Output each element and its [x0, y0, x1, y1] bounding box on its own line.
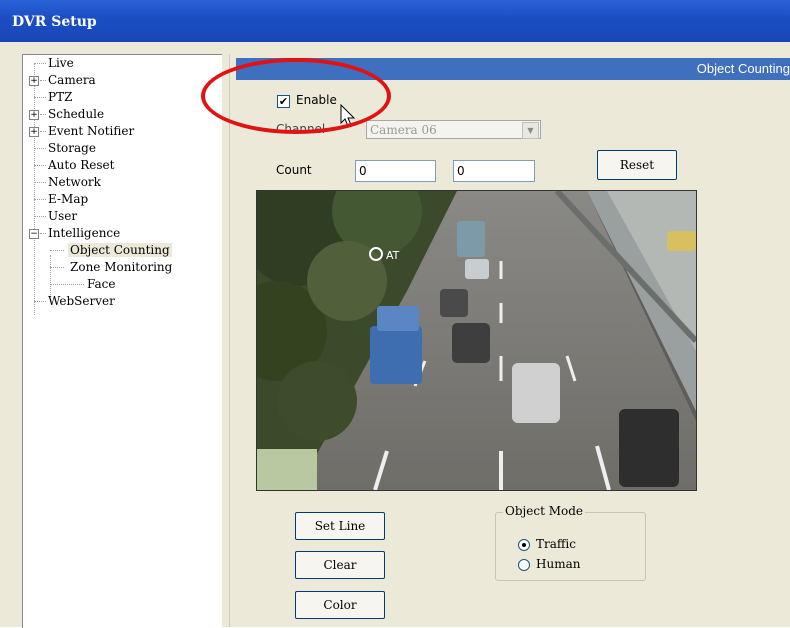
- tree-item-auto-reset[interactable]: Auto Reset: [48, 158, 114, 172]
- human-label[interactable]: Human: [536, 557, 580, 571]
- channel-select[interactable]: Camera 06 ▼: [366, 120, 541, 139]
- reset-button[interactable]: Reset: [597, 150, 677, 180]
- set-line-button[interactable]: Set Line: [295, 512, 385, 540]
- tree-line: [34, 63, 46, 64]
- expand-icon[interactable]: +: [29, 76, 39, 86]
- tree-line: [34, 216, 46, 217]
- tree-line: [34, 97, 46, 98]
- tree-line: [34, 199, 46, 200]
- tree-line: [34, 182, 46, 183]
- tree-line: [50, 284, 84, 285]
- tree-line: [40, 131, 46, 132]
- clear-button[interactable]: Clear: [295, 551, 385, 579]
- tree-item-storage[interactable]: Storage: [48, 141, 96, 155]
- traffic-scene: AT: [257, 191, 696, 490]
- tree-item-camera[interactable]: Camera: [48, 73, 96, 87]
- expand-icon[interactable]: +: [29, 127, 39, 137]
- chevron-down-icon[interactable]: ▼: [522, 122, 539, 139]
- tree-item-network[interactable]: Network: [48, 175, 101, 189]
- highlight-annotation: [201, 58, 391, 134]
- title-bar: DVR Setup: [0, 0, 790, 42]
- tree-item-ptz[interactable]: PTZ: [48, 90, 72, 104]
- tree-item-webserver[interactable]: WebServer: [48, 294, 115, 308]
- tree-line: [34, 148, 46, 149]
- video-overlay-text: AT: [386, 249, 400, 262]
- traffic-label[interactable]: Traffic: [536, 537, 576, 551]
- tree-item-zone-monitoring[interactable]: Zone Monitoring: [70, 260, 172, 274]
- collapse-icon[interactable]: −: [29, 229, 39, 239]
- window-title: DVR Setup: [12, 14, 97, 30]
- tree-line: [50, 267, 64, 268]
- tree-item-schedule[interactable]: Schedule: [48, 107, 104, 121]
- tree-line: [40, 80, 46, 81]
- color-button[interactable]: Color: [295, 591, 385, 619]
- channel-value: Camera 06: [370, 123, 437, 137]
- settings-tree[interactable]: Live + Camera PTZ + Schedule + Event Not…: [22, 54, 222, 628]
- tree-line: [50, 250, 64, 251]
- tree-item-event-notifier[interactable]: Event Notifier: [48, 124, 134, 138]
- camera-video-preview[interactable]: AT: [256, 190, 697, 491]
- tree-line: [40, 233, 46, 234]
- tree-item-face[interactable]: Face: [87, 277, 116, 291]
- tree-item-intelligence[interactable]: Intelligence: [48, 226, 120, 240]
- tree-item-live[interactable]: Live: [48, 56, 74, 70]
- panel-title: Object Counting: [696, 61, 790, 76]
- tree-line: [34, 301, 46, 302]
- tree-item-e-map[interactable]: E-Map: [48, 192, 88, 206]
- tree-item-object-counting[interactable]: Object Counting: [68, 243, 172, 257]
- traffic-radio[interactable]: [518, 539, 530, 551]
- human-radio[interactable]: [518, 559, 530, 571]
- tree-line: [34, 165, 46, 166]
- count-field-1[interactable]: 0: [355, 160, 436, 182]
- tree-line: [40, 114, 46, 115]
- tree-item-user[interactable]: User: [48, 209, 77, 223]
- count-field-2[interactable]: 0: [453, 160, 535, 182]
- count-label: Count: [276, 163, 312, 177]
- expand-icon[interactable]: +: [29, 110, 39, 120]
- tree-line: [34, 63, 35, 315]
- object-mode-title: Object Mode: [503, 504, 585, 518]
